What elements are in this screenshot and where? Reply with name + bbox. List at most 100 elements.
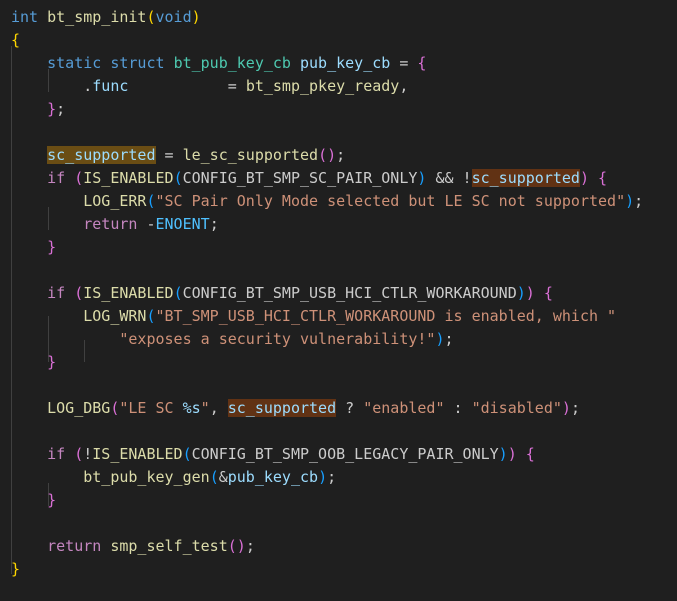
code-token: (: [74, 169, 84, 187]
code-token: ;: [56, 100, 66, 118]
code-token: CONFIG_BT_SMP_USB_HCI_CTLR_WORKAROUND: [182, 284, 517, 302]
code-token: =: [128, 77, 246, 95]
code-token: if: [47, 284, 66, 302]
code-token: ): [327, 146, 337, 164]
code-token: (: [146, 8, 156, 26]
code-line[interactable]: }: [11, 489, 56, 512]
code-token: =: [155, 146, 183, 164]
code-line[interactable]: };: [11, 98, 65, 121]
code-line[interactable]: }: [11, 558, 20, 581]
code-token: le_sc_supported: [182, 146, 319, 164]
code-line[interactable]: LOG_DBG("LE SC %s", sc_supported ? "enab…: [11, 397, 580, 420]
code-token: static: [47, 54, 102, 72]
highlighted-symbol: sc_supported: [47, 146, 156, 164]
code-line[interactable]: "exposes a security vulnerability!");: [11, 328, 453, 351]
code-line[interactable]: return -ENOENT;: [11, 213, 219, 236]
code-token: pub_key_cb: [227, 468, 319, 486]
code-token: (: [74, 284, 84, 302]
code-token: ): [498, 445, 508, 463]
code-token: ;: [209, 215, 219, 233]
code-token: }: [47, 491, 57, 509]
code-token: ): [191, 8, 201, 26]
code-token: ;: [634, 192, 644, 210]
code-token: if: [47, 169, 66, 187]
code-line[interactable]: return smp_self_test();: [11, 535, 255, 558]
code-line[interactable]: if (IS_ENABLED(CONFIG_BT_SMP_SC_PAIR_ONL…: [11, 167, 607, 190]
code-token: "exposes a security vulnerability!": [119, 330, 436, 348]
code-token: CONFIG_BT_SMP_OOB_LEGACY_PAIR_ONLY: [191, 445, 499, 463]
code-line[interactable]: LOG_ERR("SC Pair Only Mode selected but …: [11, 190, 643, 213]
code-token: ENOENT: [155, 215, 210, 233]
code-token: bt_pub_key_cb: [173, 54, 291, 72]
code-token: &: [218, 468, 228, 486]
code-token: bt_smp_init: [47, 8, 147, 26]
code-token: IS_ENABLED: [92, 445, 183, 463]
code-token: {: [417, 54, 427, 72]
code-token: ,: [209, 399, 228, 417]
code-line[interactable]: .func = bt_smp_pkey_ready,: [11, 75, 408, 98]
highlighted-symbol: sc_supported: [227, 399, 337, 417]
code-token: "enabled": [363, 399, 445, 417]
code-line[interactable]: }: [11, 351, 56, 374]
code-token: LOG_DBG: [47, 399, 111, 417]
code-token: ,: [399, 77, 409, 95]
code-line[interactable]: {: [11, 29, 20, 52]
code-token: (: [74, 445, 84, 463]
code-token: ?: [336, 399, 364, 417]
code-token: {: [11, 31, 21, 49]
code-line[interactable]: int bt_smp_init(void): [11, 6, 201, 29]
code-token: }: [47, 100, 57, 118]
code-line[interactable]: }: [11, 236, 56, 259]
code-token: {: [598, 169, 608, 187]
code-line[interactable]: sc_supported = le_sc_supported();: [11, 144, 345, 167]
code-token: "disabled": [471, 399, 562, 417]
code-token: :: [444, 399, 472, 417]
code-editor[interactable]: int bt_smp_init(void) { static struct bt_…: [0, 0, 677, 601]
code-token: ;: [245, 537, 255, 555]
code-token: smp_self_test: [110, 537, 228, 555]
code-token: =: [390, 54, 418, 72]
code-token: (: [227, 537, 237, 555]
code-token: "SC Pair Only Mode selected but LE SC no…: [155, 192, 626, 210]
code-token: }: [47, 238, 57, 256]
code-token: (: [209, 468, 219, 486]
code-token: (: [318, 146, 328, 164]
code-token: void: [155, 8, 192, 26]
highlighted-symbol: sc_supported: [471, 169, 580, 187]
code-token: {: [543, 284, 553, 302]
code-token: (: [146, 192, 156, 210]
code-line[interactable]: static struct bt_pub_key_cb pub_key_cb =…: [11, 52, 426, 75]
code-line[interactable]: bt_pub_key_gen(&pub_key_cb);: [11, 466, 336, 489]
code-token: "BT_SMP_USB_HCI_CTLR_WORKAROUND is enabl…: [155, 307, 617, 325]
code-line[interactable]: if (IS_ENABLED(CONFIG_BT_SMP_USB_HCI_CTL…: [11, 282, 553, 305]
code-token: LOG_WRN: [83, 307, 147, 325]
code-line[interactable]: if (!IS_ENABLED(CONFIG_BT_SMP_OOB_LEGACY…: [11, 443, 535, 466]
code-token: "LE SC: [119, 399, 183, 417]
code-token: IS_ENABLED: [83, 169, 174, 187]
code-line[interactable]: LOG_WRN("BT_SMP_USB_HCI_CTLR_WORKAROUND …: [11, 305, 616, 328]
code-token: func: [92, 77, 129, 95]
code-token: bt_smp_pkey_ready: [245, 77, 400, 95]
